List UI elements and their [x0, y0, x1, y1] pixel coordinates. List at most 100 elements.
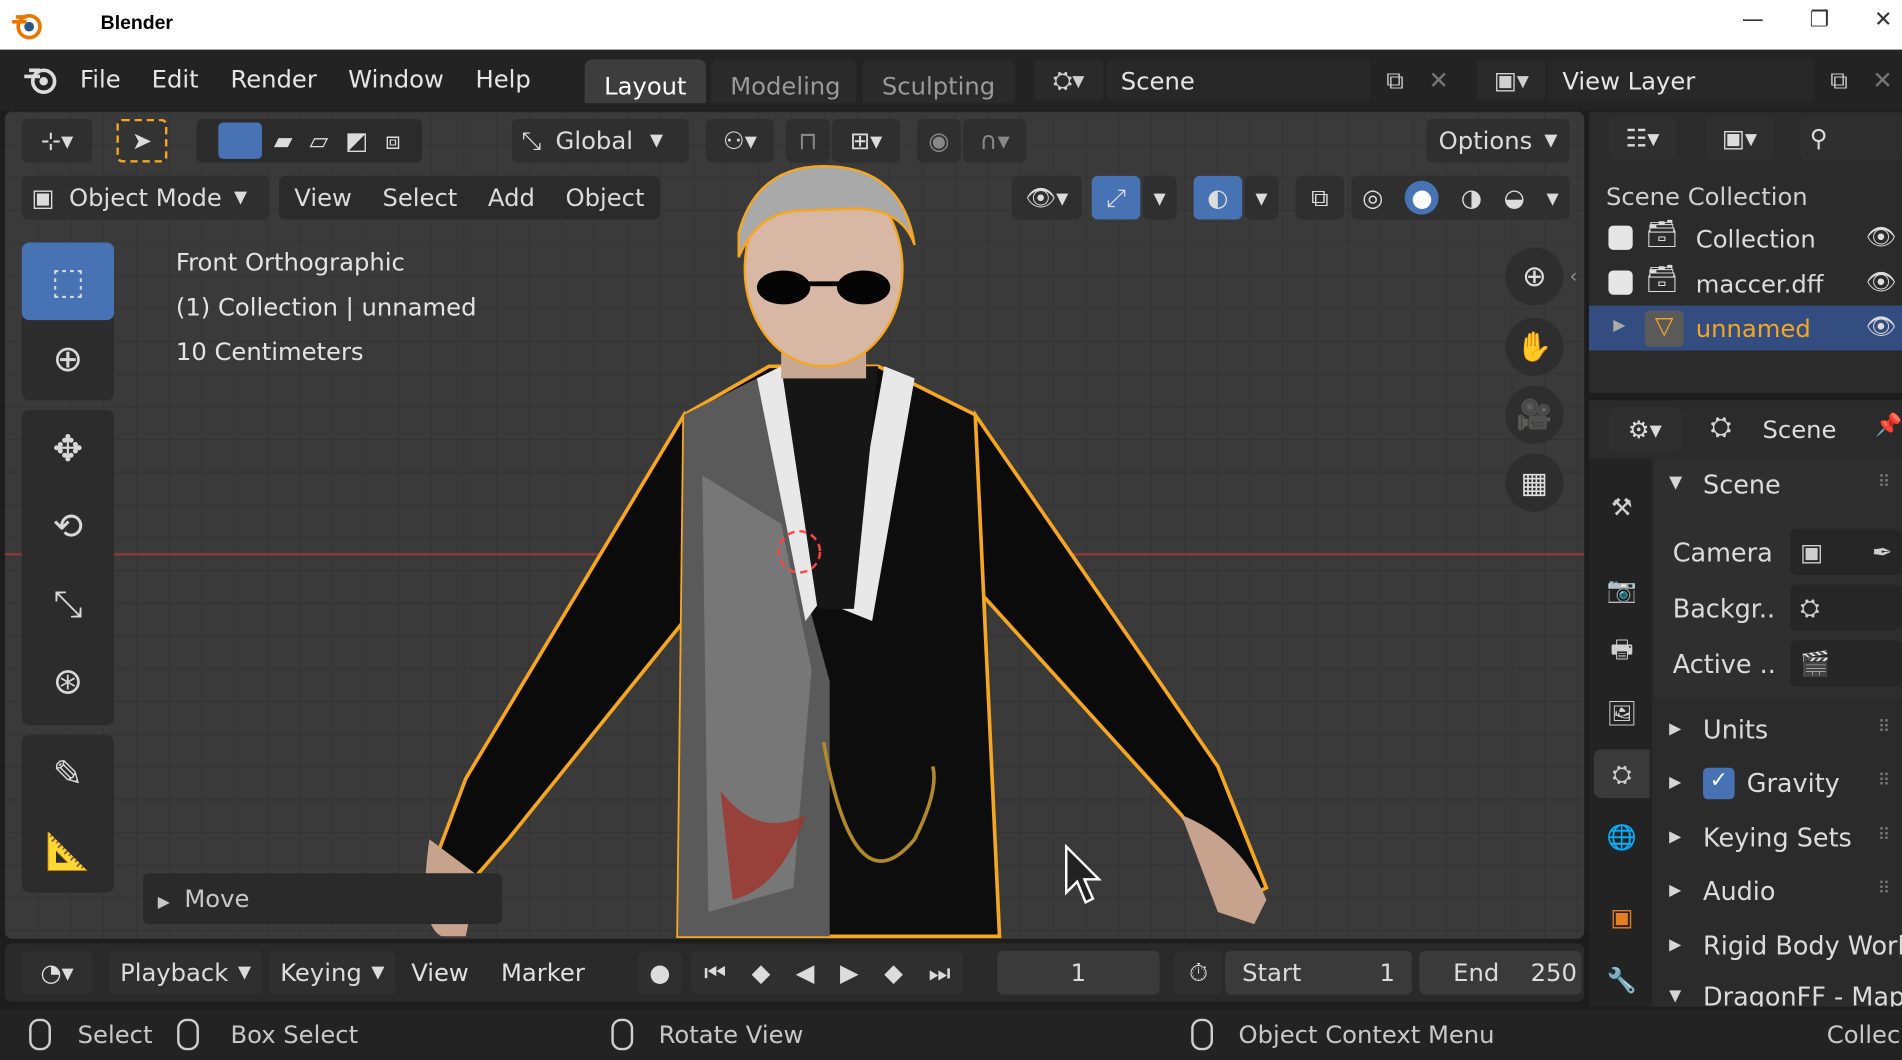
- tab-modeling[interactable]: Modeling: [710, 59, 857, 104]
- outliner-search-icon[interactable]: ⚲: [1800, 116, 1902, 161]
- tool-tab-icon[interactable]: ⚒: [1594, 483, 1650, 532]
- menu-select[interactable]: Select: [382, 183, 457, 212]
- new-scene-icon[interactable]: ⧉: [1373, 59, 1417, 100]
- jump-start-icon[interactable]: ⏮: [704, 958, 726, 987]
- record-icon[interactable]: ●: [638, 950, 682, 995]
- camera-view-icon[interactable]: 🎥: [1505, 385, 1564, 444]
- prev-keyframe-icon[interactable]: ◆: [752, 958, 771, 987]
- gravity-checkbox[interactable]: ✓: [1703, 767, 1735, 800]
- subpanel-dragonff[interactable]: ▼ DragonFF - Map: [1655, 973, 1902, 1006]
- view-layer-field[interactable]: View Layer: [1547, 59, 1815, 101]
- camera-field[interactable]: ▣ ✒: [1790, 528, 1902, 575]
- next-keyframe-icon[interactable]: ◆: [884, 958, 903, 987]
- perspective-toggle-icon[interactable]: ▦: [1505, 453, 1564, 512]
- delete-view-layer-icon[interactable]: ✕: [1863, 59, 1902, 100]
- xray-toggle-icon[interactable]: ⧉: [1295, 175, 1345, 220]
- menu-render[interactable]: Render: [230, 64, 316, 93]
- outliner-item-unnamed[interactable]: ▶ ▽ unnamed 👁: [1589, 305, 1902, 351]
- solid-shading-icon[interactable]: ●: [1405, 180, 1439, 215]
- transform-tool-icon[interactable]: ⊛: [22, 643, 114, 721]
- overlay-toggle-icon[interactable]: ◐: [1193, 175, 1243, 220]
- tab-layout[interactable]: Layout: [584, 59, 706, 104]
- scene-selector-icon[interactable]: ⛭▾: [1033, 59, 1104, 101]
- pivot-point-icon[interactable]: ⚇▾: [705, 118, 774, 163]
- material-shading-icon[interactable]: ◑: [1461, 183, 1482, 212]
- snap-toggle-icon[interactable]: ⊓: [786, 118, 830, 163]
- menu-add[interactable]: Add: [488, 183, 535, 212]
- scene-field[interactable]: Scene: [1106, 59, 1371, 101]
- timeline-marker-menu[interactable]: Marker: [501, 958, 585, 987]
- eye-icon[interactable]: 👁: [1866, 312, 1897, 341]
- keying-menu[interactable]: Keying ▼: [269, 950, 396, 995]
- editor-type-icon[interactable]: ⊹▾: [21, 118, 93, 163]
- active-clip-field[interactable]: 🎬: [1790, 640, 1902, 687]
- rotate-tool-icon[interactable]: ⟲: [22, 488, 114, 566]
- modifier-tab-icon[interactable]: 🔧: [1594, 956, 1650, 1005]
- properties-editor-type-icon[interactable]: ⚙▾: [1608, 407, 1682, 452]
- scene-tab-icon[interactable]: ⛭: [1593, 749, 1650, 799]
- playback-menu[interactable]: Playback ▼: [109, 950, 263, 995]
- scale-tool-icon[interactable]: ⤡: [22, 565, 114, 643]
- select-new-icon[interactable]: [218, 122, 262, 159]
- view-layer-selector-icon[interactable]: ▣▾: [1477, 59, 1546, 101]
- menu-window[interactable]: Window: [348, 64, 444, 93]
- visibility-icon[interactable]: 👁▾: [1011, 175, 1082, 220]
- world-tab-icon[interactable]: 🌐: [1594, 813, 1650, 862]
- menu-help[interactable]: Help: [475, 64, 530, 93]
- select-invert-icon[interactable]: ◩: [345, 126, 368, 155]
- expand-arrow-icon[interactable]: ▶: [1613, 317, 1625, 335]
- select-tool-icon[interactable]: ➤: [116, 118, 168, 163]
- jump-end-icon[interactable]: ⏭: [928, 958, 950, 987]
- overlay-dropdown-icon[interactable]: ▾: [1244, 175, 1279, 220]
- drag-handle-icon[interactable]: ⠿: [1878, 718, 1890, 737]
- menu-edit[interactable]: Edit: [152, 64, 199, 93]
- outliner-editor-type-icon[interactable]: ☷▾: [1608, 116, 1677, 161]
- close-button[interactable]: ✕: [1874, 7, 1892, 32]
- drag-handle-icon[interactable]: ⠿: [1878, 826, 1890, 845]
- falloff-icon[interactable]: ∩▾: [963, 118, 1027, 163]
- scene-section-title[interactable]: Scene: [1703, 471, 1781, 500]
- subpanel-rigid-body-world[interactable]: ▶ Rigid Body World: [1655, 922, 1902, 971]
- stopwatch-icon[interactable]: ⏱: [1174, 950, 1223, 995]
- select-subtract-icon[interactable]: ▱: [310, 126, 329, 155]
- tab-sculpting[interactable]: Sculpting: [862, 59, 1016, 104]
- menu-object[interactable]: Object: [566, 183, 645, 212]
- character-model[interactable]: [393, 160, 1315, 939]
- output-tab-icon[interactable]: 🖶: [1594, 628, 1650, 677]
- gizmo-dropdown-icon[interactable]: ▾: [1142, 175, 1177, 220]
- snap-target-icon[interactable]: ⊞▾: [832, 118, 901, 163]
- wireframe-shading-icon[interactable]: ◎: [1362, 183, 1383, 212]
- proportional-edit-icon[interactable]: ◉: [917, 118, 961, 163]
- timeline-editor-type-icon[interactable]: ◔▾: [21, 950, 93, 995]
- menu-view[interactable]: View: [294, 183, 352, 212]
- eye-icon[interactable]: 👁: [1866, 222, 1897, 251]
- include-checkbox[interactable]: [1608, 225, 1633, 250]
- blender-menu-icon[interactable]: [22, 63, 61, 97]
- subpanel-audio[interactable]: ▶ Audio ⠿: [1655, 867, 1902, 916]
- options-dropdown[interactable]: Options ▼: [1426, 118, 1570, 163]
- outliner-item-collection[interactable]: 🗃 Collection 👁: [1589, 216, 1902, 261]
- restore-button[interactable]: ❐: [1810, 7, 1830, 32]
- select-intersect-icon[interactable]: ⧈: [385, 126, 400, 155]
- shading-dropdown-icon[interactable]: ▾: [1546, 183, 1558, 212]
- new-view-layer-icon[interactable]: ⧉: [1817, 59, 1861, 100]
- outliner-display-mode-icon[interactable]: ▣▾: [1705, 116, 1774, 161]
- subpanel-keying-sets[interactable]: ▶ Keying Sets ⠿: [1655, 814, 1902, 863]
- move-tool-icon[interactable]: ✥: [22, 410, 114, 488]
- minimize-button[interactable]: —: [1742, 7, 1764, 32]
- drag-handle-icon[interactable]: ⠿: [1878, 879, 1890, 898]
- drag-handle-icon[interactable]: ⠿: [1878, 473, 1890, 492]
- include-checkbox[interactable]: [1608, 270, 1633, 295]
- gizmo-toggle-icon[interactable]: ⤢: [1091, 175, 1141, 220]
- outliner-item-maccer[interactable]: 🗃 maccer.dff 👁: [1589, 261, 1902, 306]
- play-reverse-icon[interactable]: ◀: [796, 958, 815, 987]
- current-frame-field[interactable]: 1: [997, 950, 1160, 995]
- eye-icon[interactable]: 👁: [1866, 267, 1897, 296]
- object-tab-icon[interactable]: ▣: [1594, 893, 1650, 942]
- eyedropper-icon[interactable]: ✒: [1872, 537, 1892, 566]
- mode-dropdown[interactable]: ▣ Object Mode ▼: [21, 175, 270, 220]
- 3d-viewport[interactable]: ⊹▾ ➤ ▰ ▱ ◩ ⧈ ⤡ Global ▼ ⚇▾ ⊓ ⊞▾ ◉ ∩▾ Opt…: [4, 111, 1585, 939]
- pan-hand-icon[interactable]: ✋: [1505, 317, 1564, 376]
- timeline-view-menu[interactable]: View: [411, 958, 469, 987]
- sidebar-toggle-icon[interactable]: ‹: [1570, 264, 1578, 287]
